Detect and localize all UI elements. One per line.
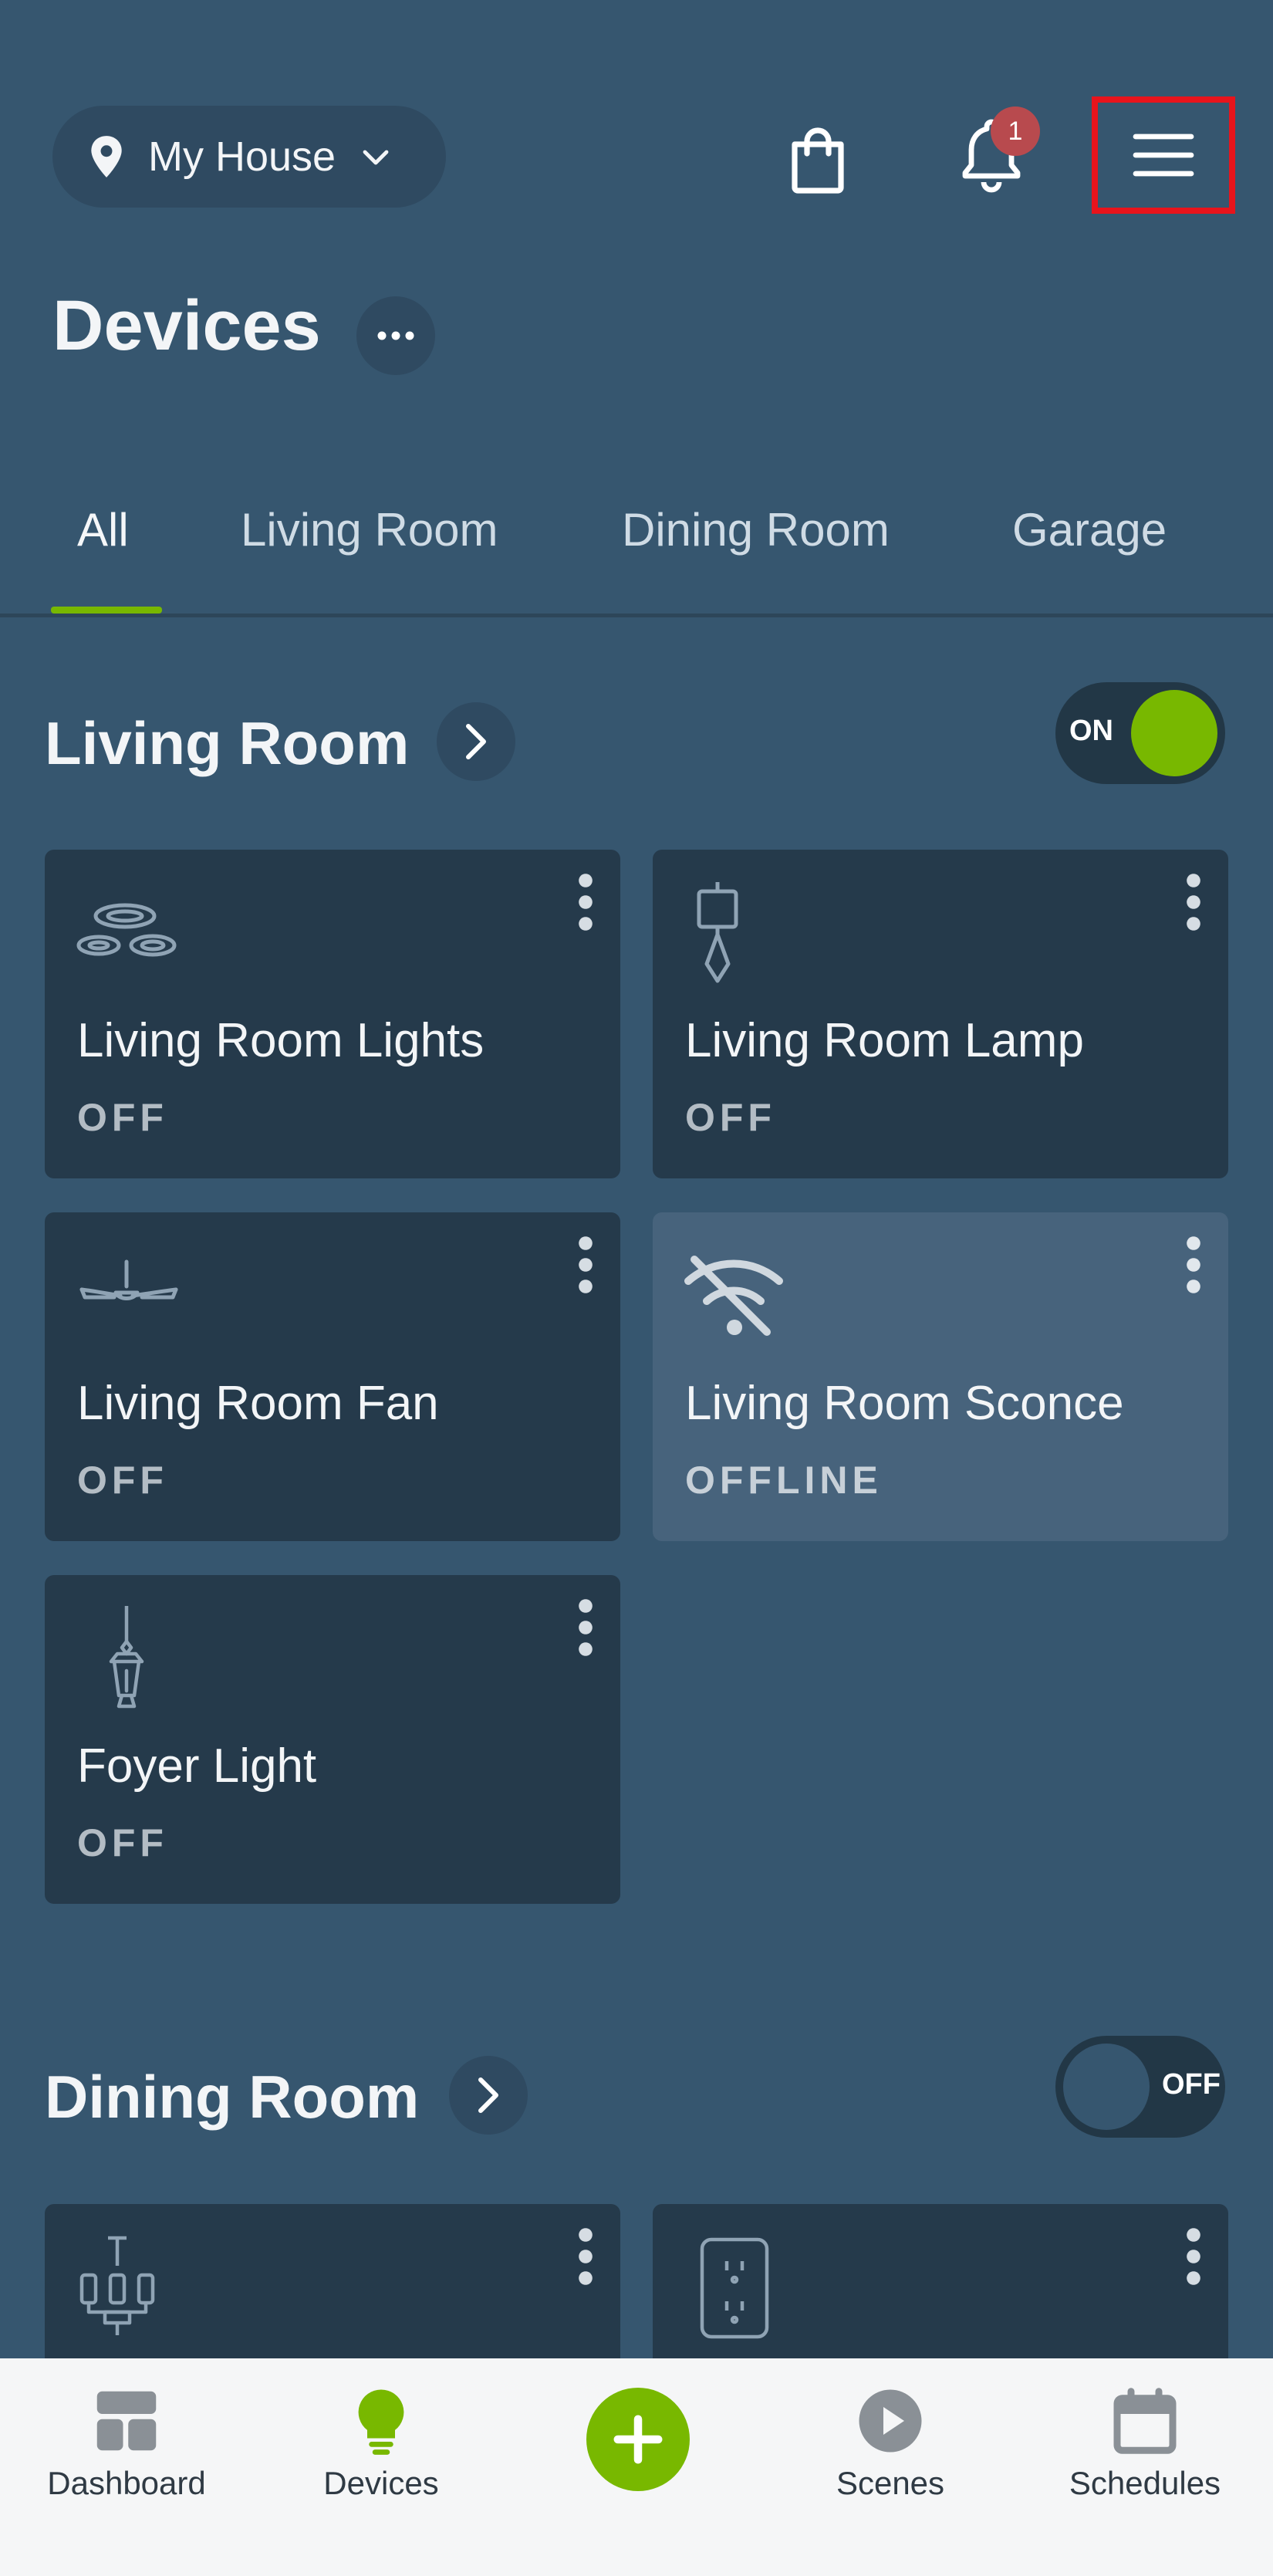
nav-devices[interactable]: Devices [265,2386,497,2502]
dining-room-power-toggle[interactable]: OFF [1055,2036,1225,2138]
play-circle-icon [859,2389,922,2453]
device-name: Living Room Lights [77,1014,485,1067]
nav-label: Scenes [836,2465,945,2501]
device-card-living-room-fan[interactable]: Living Room Fan OFF [45,1212,620,1541]
device-name: Living Room Sconce [685,1377,1124,1430]
tab-all[interactable]: All [77,503,129,556]
tab-living-room[interactable]: Living Room [241,503,498,556]
device-card-dining-chandelier[interactable] [45,2204,620,2358]
nav-label: Dashboard [47,2465,206,2501]
location-label: My House [148,134,336,180]
section-title-dining-room: Dining Room [45,2063,420,2131]
page-title: Devices [52,286,321,365]
toggle-state-label: ON [1069,715,1113,747]
dining-room-open-button[interactable] [449,2056,528,2135]
ceiling-lights-icon [76,903,177,957]
device-name: Living Room Fan [77,1377,439,1430]
tab-garage[interactable]: Garage [1012,503,1167,556]
nav-dashboard[interactable]: Dashboard [11,2386,242,2502]
device-state: OFF [77,1096,168,1139]
device-options-icon[interactable] [1182,1236,1205,1294]
wifi-off-icon [684,1256,783,1336]
active-tab-indicator [51,607,162,614]
calendar-icon [1113,2388,1177,2454]
notification-badge: 1 [991,106,1040,156]
chevron-right-icon [478,2077,498,2113]
location-pin-icon [91,136,122,177]
device-card-dining-outlet[interactable] [653,2204,1228,2358]
nav-label: Schedules [1069,2465,1221,2501]
bottom-navigation: Dashboard Devices Scenes Schedules [0,2358,1273,2576]
nav-label: Devices [323,2465,439,2501]
toggle-knob [1063,2044,1150,2130]
more-horizontal-icon [377,331,414,340]
toggle-knob [1131,690,1217,776]
device-state: OFF [685,1096,776,1139]
chevron-down-icon [363,150,389,165]
add-device-button[interactable] [586,2388,690,2491]
lamp-icon [697,882,738,983]
more-options-button[interactable] [356,296,435,375]
living-room-open-button[interactable] [437,702,515,781]
device-options-icon[interactable] [574,1236,597,1294]
location-selector[interactable]: My House [52,106,446,208]
device-state: OFFLINE [685,1459,883,1502]
device-card-living-room-lamp[interactable]: Living Room Lamp OFF [653,850,1228,1178]
device-options-icon[interactable] [574,1598,597,1657]
device-options-icon[interactable] [574,873,597,931]
nav-scenes[interactable]: Scenes [775,2386,1006,2502]
device-options-icon[interactable] [574,2227,597,2286]
shopping-bag-icon[interactable] [779,116,856,201]
device-card-living-room-sconce[interactable]: Living Room Sconce OFFLINE [653,1212,1228,1541]
ceiling-fan-icon [79,1259,178,1300]
nav-schedules[interactable]: Schedules [1029,2386,1261,2502]
hamburger-menu-icon[interactable] [1092,96,1235,214]
section-title-living-room: Living Room [45,709,410,777]
pendant-lantern-icon [109,1606,144,1709]
device-card-foyer-light[interactable]: Foyer Light OFF [45,1575,620,1904]
device-options-icon[interactable] [1182,873,1205,931]
dashboard-icon [96,2391,157,2451]
device-card-living-room-lights[interactable]: Living Room Lights OFF [45,850,620,1178]
device-name: Foyer Light [77,1739,317,1793]
plus-icon [613,2415,663,2464]
outlet-icon [700,2237,769,2339]
chevron-right-icon [466,724,486,759]
device-name: Living Room Lamp [685,1014,1084,1067]
room-tabs: All Living Room Dining Room Garage [0,494,1273,617]
toggle-state-label: OFF [1162,2068,1221,2101]
tab-dining-room[interactable]: Dining Room [622,503,890,556]
device-options-icon[interactable] [1182,2227,1205,2286]
device-state: OFF [77,1459,168,1502]
living-room-power-toggle[interactable]: ON [1055,682,1225,784]
device-state: OFF [77,1821,168,1864]
chandelier-icon [79,2236,155,2335]
lightbulb-icon [358,2389,404,2455]
